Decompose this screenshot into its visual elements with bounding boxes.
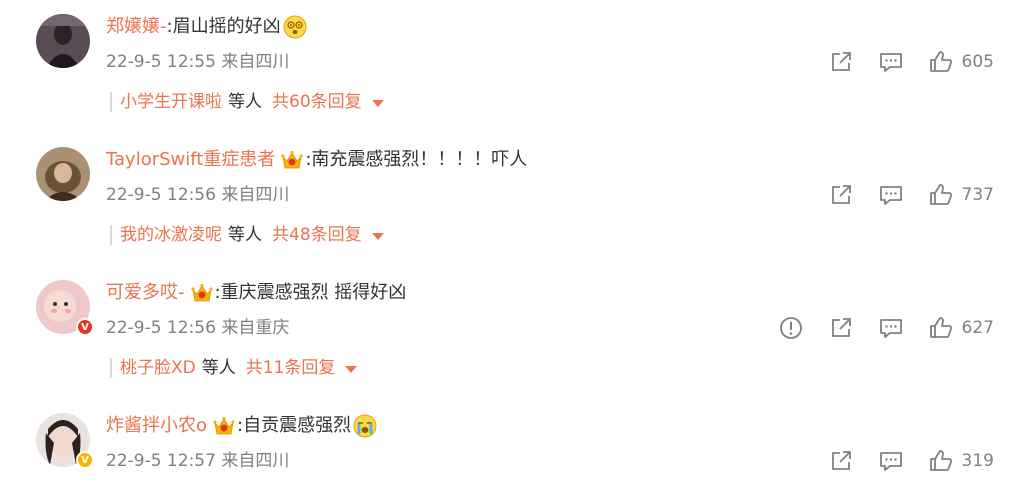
comment-icon xyxy=(879,186,902,205)
share-button[interactable] xyxy=(828,49,854,75)
reply-count[interactable]: 共11条回复 xyxy=(246,356,336,380)
comment-line: 可爱多哎- : 重庆震感强烈 摇得好凶 xyxy=(106,280,406,306)
avatar-image[interactable] xyxy=(36,147,90,201)
comment-line: 郑嬢嬢- : 眉山摇的好凶 xyxy=(106,14,307,40)
report-icon xyxy=(779,317,802,339)
like-button[interactable]: 605 xyxy=(928,49,994,75)
reply-divider xyxy=(110,92,112,112)
report-button[interactable] xyxy=(778,315,804,341)
chevron-down-icon[interactable] xyxy=(371,232,384,240)
share-button[interactable] xyxy=(828,182,854,208)
username[interactable]: 可爱多哎- xyxy=(106,280,185,306)
timestamp: 22-9-5 12:57 xyxy=(106,451,216,471)
avatar-image[interactable] xyxy=(36,14,90,68)
share-button[interactable] xyxy=(828,448,854,474)
comment-item: V 可爱多哎- : 重庆震感强烈 摇得好凶 22-9-5 12:56 来自重庆 … xyxy=(0,266,1030,399)
verified-badge: V xyxy=(76,318,94,336)
comment-icon xyxy=(879,319,902,338)
thumbs-up-icon xyxy=(929,317,952,338)
share-icon xyxy=(831,451,851,470)
like-button[interactable]: 627 xyxy=(928,315,994,341)
avatar[interactable] xyxy=(36,14,90,68)
comment-item: 郑嬢嬢- : 眉山摇的好凶 22-9-5 12:55 来自四川 605 小学生开… xyxy=(0,0,1030,133)
comment-icon xyxy=(879,53,902,72)
comment-line: TaylorSwift重症患者 : 南充震感强烈！！！！吓人 xyxy=(106,147,527,173)
thumbs-up-icon xyxy=(929,51,952,72)
like-count: 627 xyxy=(961,318,994,338)
comment-actions: 737 xyxy=(804,181,994,209)
username[interactable]: 郑嬢嬢- xyxy=(106,14,167,40)
reply-suffix: 等人 xyxy=(201,358,236,378)
thumbs-up-icon xyxy=(929,450,952,471)
reply-count[interactable]: 共48条回复 xyxy=(272,223,362,247)
crying-face-emoji xyxy=(353,414,377,438)
comment-line: 炸酱拌小农o : 自贡震感强烈 xyxy=(106,413,377,439)
like-count: 605 xyxy=(961,52,994,72)
comment-item: V 炸酱拌小农o : 自贡震感强烈 22-9-5 12:57 来自四川 319 xyxy=(0,399,1030,483)
reply-user[interactable]: 小学生开课啦 xyxy=(120,90,222,114)
comment-meta: 22-9-5 12:57 来自四川 xyxy=(106,449,289,473)
chevron-down-icon[interactable] xyxy=(371,99,384,107)
avatar[interactable]: V xyxy=(36,413,94,469)
like-button[interactable]: 737 xyxy=(928,182,994,208)
share-icon xyxy=(831,318,851,337)
reply-count[interactable]: 共60条回复 xyxy=(272,90,362,114)
username[interactable]: TaylorSwift重症患者 xyxy=(106,147,275,173)
source-location: 来自四川 xyxy=(221,185,290,205)
timestamp: 22-9-5 12:55 xyxy=(106,52,216,72)
verified-badge: V xyxy=(76,451,94,469)
comment-item: TaylorSwift重症患者 : 南充震感强烈！！！！吓人 22-9-5 12… xyxy=(0,133,1030,266)
timestamp: 22-9-5 12:56 xyxy=(106,185,216,205)
comment-meta: 22-9-5 12:56 来自重庆 xyxy=(106,316,289,340)
crown-icon xyxy=(213,416,235,436)
reply-summary[interactable]: 桃子脸XD 等人 共11条回复 xyxy=(110,356,358,380)
comment-text: 南充震感强烈！！！！吓人 xyxy=(311,149,528,170)
thumbs-up-icon xyxy=(929,184,952,205)
dizzy-face-emoji xyxy=(283,15,307,39)
comment-icon xyxy=(879,452,902,471)
comment-text: 眉山摇的好凶 xyxy=(172,16,281,37)
comment-button[interactable] xyxy=(878,182,904,208)
reply-summary[interactable]: 小学生开课啦 等人 共60条回复 xyxy=(110,90,384,114)
crown-icon xyxy=(281,150,303,170)
share-button[interactable] xyxy=(828,315,854,341)
reply-user[interactable]: 我的冰激凌呢 xyxy=(120,223,222,247)
like-count: 319 xyxy=(961,451,994,471)
comment-button[interactable] xyxy=(878,315,904,341)
comment-meta: 22-9-5 12:56 来自四川 xyxy=(106,183,289,207)
source-location: 来自四川 xyxy=(221,451,290,471)
share-icon xyxy=(831,52,851,71)
comment-button[interactable] xyxy=(878,49,904,75)
like-button[interactable]: 319 xyxy=(928,448,994,474)
reply-suffix: 等人 xyxy=(228,225,262,245)
reply-summary[interactable]: 我的冰激凌呢 等人 共48条回复 xyxy=(110,223,384,247)
source-location: 来自四川 xyxy=(221,52,290,72)
share-icon xyxy=(831,185,851,204)
crown-icon xyxy=(190,283,213,303)
avatar[interactable] xyxy=(36,147,90,201)
timestamp: 22-9-5 12:56 xyxy=(106,318,216,338)
like-count: 737 xyxy=(961,185,994,205)
reply-suffix: 等人 xyxy=(228,92,262,112)
comment-text: 自贡震感强烈 xyxy=(243,415,352,436)
reply-divider xyxy=(110,358,112,378)
comment-actions: 319 xyxy=(804,447,994,475)
comment-actions: 627 xyxy=(754,314,994,342)
reply-user[interactable]: 桃子脸XD xyxy=(120,356,196,380)
source-location: 来自重庆 xyxy=(221,318,290,338)
chevron-down-icon[interactable] xyxy=(345,365,358,373)
comment-button[interactable] xyxy=(878,448,904,474)
comment-meta: 22-9-5 12:55 来自四川 xyxy=(106,50,289,74)
username[interactable]: 炸酱拌小农o xyxy=(106,413,207,439)
reply-divider xyxy=(110,225,112,245)
comment-text: 重庆震感强烈 摇得好凶 xyxy=(220,282,407,303)
avatar[interactable]: V xyxy=(36,280,94,336)
comment-actions: 605 xyxy=(804,48,994,76)
